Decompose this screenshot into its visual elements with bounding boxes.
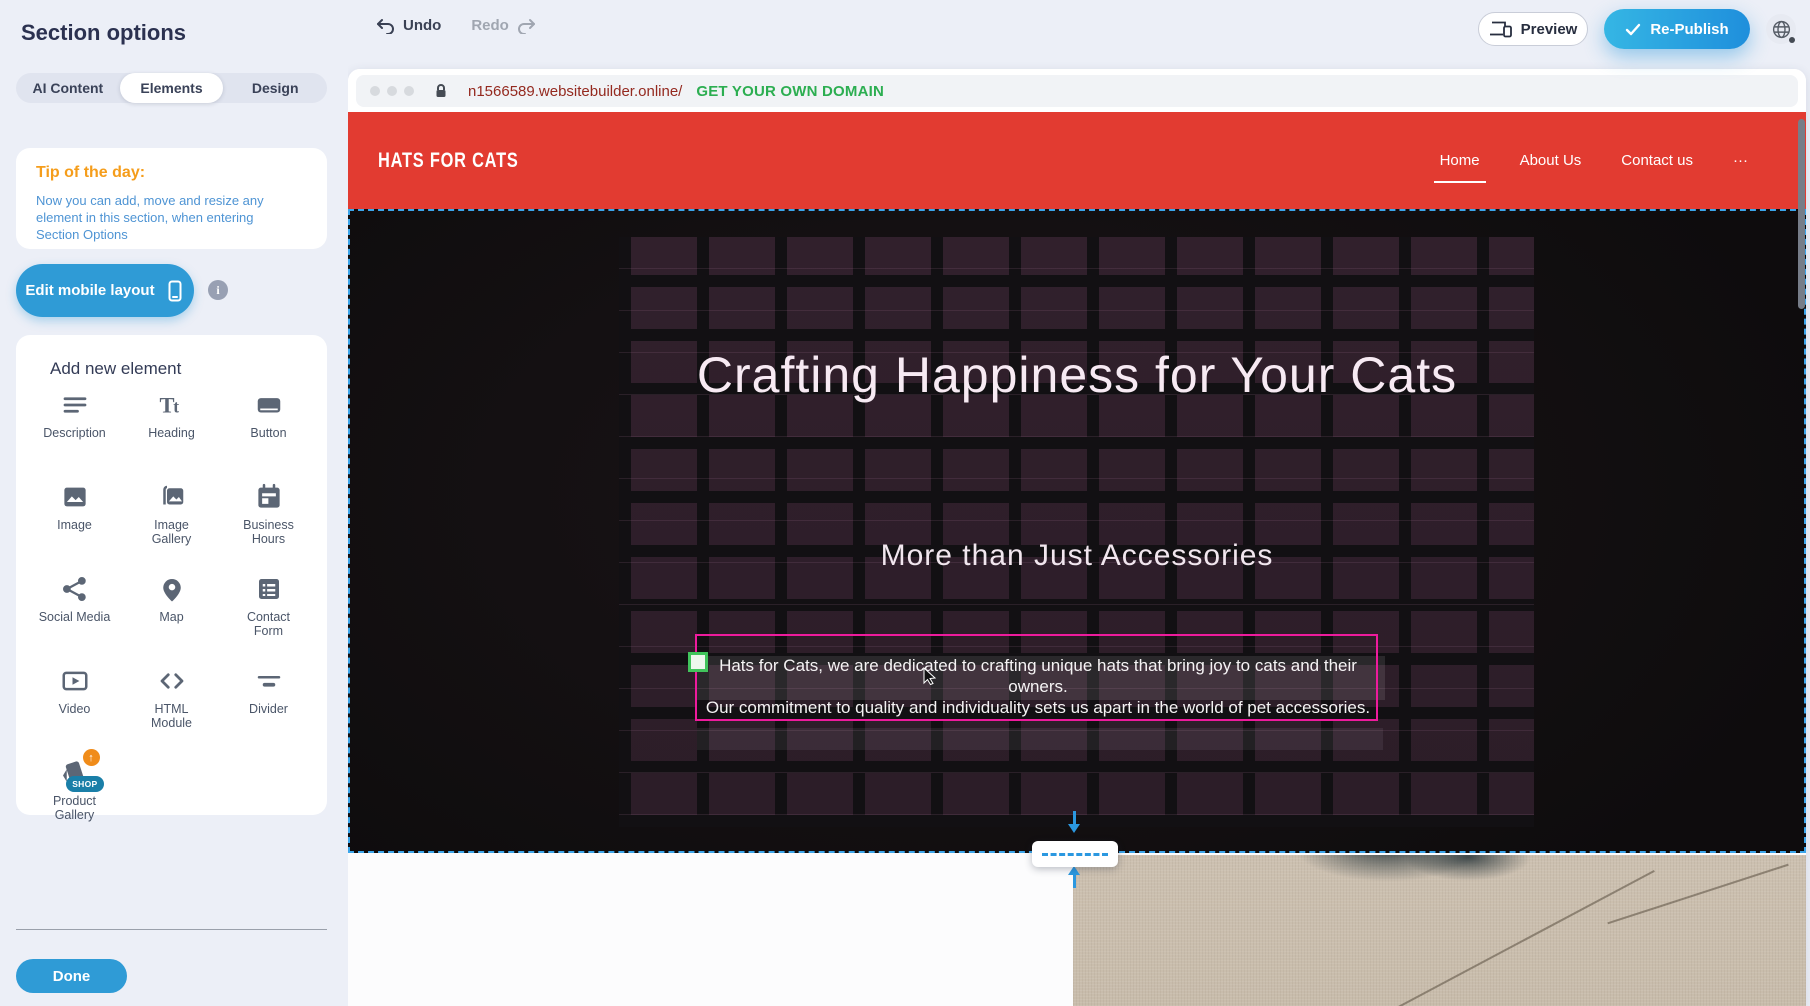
element-business-hours[interactable]: Business Hours: [220, 482, 317, 562]
shop-badge: SHOP: [66, 776, 103, 792]
redo-icon: [516, 18, 536, 34]
site-header[interactable]: HATS FOR CATS Home About Us Contact us ·…: [348, 112, 1806, 209]
add-new-element-title: Add new element: [50, 359, 181, 379]
traffic-dots-icon: [370, 86, 414, 96]
topbar-actions: Preview Re-Publish: [1478, 9, 1796, 49]
element-social-media[interactable]: Social Media: [26, 574, 123, 654]
hero-title[interactable]: Crafting Happiness for Your Cats: [657, 335, 1497, 416]
heading-icon: Tt: [157, 390, 187, 420]
nav-more[interactable]: ···: [1731, 146, 1750, 175]
business-hours-icon: [254, 482, 284, 512]
site-nav: Home About Us Contact us ···: [1438, 112, 1750, 209]
svg-text:T: T: [159, 393, 174, 418]
tile-seam: [1607, 864, 1788, 924]
edit-mobile-layout-button[interactable]: Edit mobile layout: [16, 264, 194, 317]
devices-icon: [1489, 20, 1513, 38]
divider-icon: [254, 666, 284, 696]
undo-redo-group: Undo Redo: [376, 17, 536, 34]
address-bar: n1566589.websitebuilder.online/ GET YOUR…: [356, 75, 1798, 107]
tip-body: Now you can add, move and resize any ele…: [36, 192, 286, 243]
hero-subtitle[interactable]: More than Just Accessories: [881, 539, 1274, 573]
mobile-phone-icon: [165, 280, 185, 302]
element-divider[interactable]: Divider: [220, 666, 317, 746]
section-options-panel: Section options AI Content Elements Desi…: [0, 0, 348, 1006]
site-logo[interactable]: HATS FOR CATS: [378, 149, 519, 173]
element-description[interactable]: Description: [26, 390, 123, 470]
element-grid: Description Tt Heading Button Image Imag…: [26, 390, 317, 838]
element-html-module[interactable]: HTML Module: [123, 666, 220, 746]
nav-contact-us[interactable]: Contact us: [1619, 146, 1695, 175]
check-icon: [1625, 23, 1641, 36]
tip-heading: Tip of the day:: [36, 164, 307, 182]
image-gallery-icon: [157, 482, 187, 512]
preview-button[interactable]: Preview: [1478, 12, 1588, 46]
pavement-photo: [1073, 855, 1806, 1006]
description-icon: [60, 390, 90, 420]
info-icon[interactable]: i: [208, 280, 228, 300]
lock-icon: [434, 83, 448, 99]
text-highlight-band-2: [697, 728, 1383, 750]
element-button[interactable]: Button: [220, 390, 317, 470]
site-url[interactable]: n1566589.websitebuilder.online/: [468, 83, 682, 100]
element-contact-form[interactable]: Contact Form: [220, 574, 317, 654]
mouse-cursor-icon: [923, 667, 937, 685]
hero-body-text[interactable]: Hats for Cats, we are dedicated to craft…: [703, 655, 1373, 718]
site-preview-canvas: n1566589.websitebuilder.online/ GET YOUR…: [348, 69, 1806, 1006]
element-video[interactable]: Video: [26, 666, 123, 746]
hero-section[interactable]: Crafting Happiness for Your Cats More th…: [348, 209, 1806, 853]
tab-design[interactable]: Design: [223, 73, 327, 103]
element-map[interactable]: Map: [123, 574, 220, 654]
button-icon: [254, 390, 284, 420]
get-domain-link[interactable]: GET YOUR OWN DOMAIN: [696, 83, 884, 100]
html-module-icon: [157, 666, 187, 696]
upgrade-badge-icon: ↑: [83, 749, 100, 766]
canvas-scrollbar[interactable]: [1798, 119, 1805, 309]
globe-icon: [1771, 19, 1792, 40]
element-image-gallery[interactable]: Image Gallery: [123, 482, 220, 562]
add-new-element-card: Add new element Description Tt Heading B…: [16, 335, 327, 815]
map-pin-icon: [157, 574, 187, 604]
nav-about-us[interactable]: About Us: [1518, 146, 1584, 175]
video-icon: [60, 666, 90, 696]
edit-mobile-label: Edit mobile layout: [25, 282, 154, 299]
tip-of-the-day-card: Tip of the day: Now you can add, move an…: [16, 148, 327, 249]
tab-ai-content[interactable]: AI Content: [16, 73, 120, 103]
done-button[interactable]: Done: [16, 959, 127, 993]
contact-form-icon: [254, 574, 284, 604]
page-title: Section options: [21, 20, 186, 46]
svg-text:t: t: [173, 397, 179, 417]
browser-bar: n1566589.websitebuilder.online/ GET YOUR…: [348, 69, 1806, 112]
element-heading[interactable]: Tt Heading: [123, 390, 220, 470]
element-image[interactable]: Image: [26, 482, 123, 562]
redo-button[interactable]: Redo: [471, 17, 536, 34]
tab-elements[interactable]: Elements: [120, 73, 224, 103]
republish-button[interactable]: Re-Publish: [1604, 9, 1750, 49]
resize-arrow-up-icon: [1070, 865, 1078, 895]
social-media-icon: [60, 574, 90, 604]
panel-tabs: AI Content Elements Design: [16, 73, 327, 103]
resize-arrow-down-icon: [1070, 811, 1078, 841]
undo-button[interactable]: Undo: [376, 17, 441, 34]
tile-seam: [1371, 870, 1654, 1006]
sidebar-divider: [16, 929, 327, 930]
image-icon: [60, 482, 90, 512]
language-globe-button[interactable]: [1766, 14, 1796, 44]
section-height-drag-handle[interactable]: [1032, 841, 1118, 867]
globe-badge: [1789, 37, 1795, 43]
undo-icon: [376, 18, 396, 34]
element-product-gallery[interactable]: ↑ SHOP Product Gallery: [26, 758, 123, 838]
nav-home[interactable]: Home: [1438, 146, 1482, 175]
